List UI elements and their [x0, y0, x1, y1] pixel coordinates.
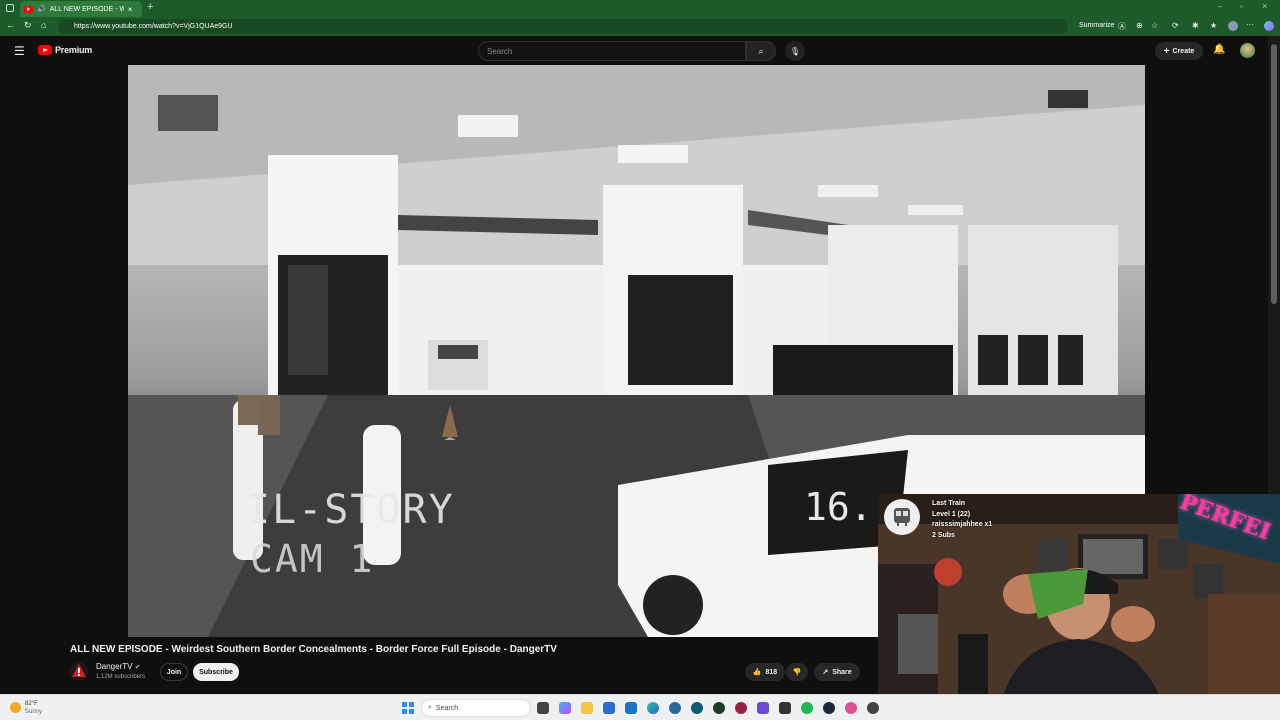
- favorite-star-icon[interactable]: ☆: [1151, 21, 1158, 30]
- weather-widget[interactable]: 82°F Sunny: [25, 700, 42, 716]
- scrollbar-thumb[interactable]: [1271, 44, 1277, 304]
- logo-label: Premium: [55, 45, 93, 55]
- youtube-play-icon: [38, 45, 52, 55]
- train-alert-icon: [884, 499, 920, 535]
- tab-title: ALL NEW EPISODE - Weirdest Southern Bord…: [49, 5, 124, 13]
- window-close-icon[interactable]: ×: [1262, 1, 1267, 11]
- search-input[interactable]: Search: [478, 41, 746, 61]
- share-label: Share: [832, 668, 852, 676]
- search-placeholder: Search: [487, 46, 513, 56]
- extension-puzzle-icon[interactable]: ✱: [1192, 21, 1199, 30]
- subscribe-label: Subscribe: [199, 668, 233, 676]
- youtube-logo[interactable]: Premium: [38, 45, 92, 55]
- app-icon-3[interactable]: [735, 702, 747, 714]
- taskbar-search-label: Search: [435, 704, 459, 712]
- channel-name[interactable]: DangerTV ✔: [96, 662, 141, 671]
- copilot-app-icon[interactable]: [559, 702, 571, 714]
- refresh-icon[interactable]: ↻: [24, 20, 32, 31]
- channel-name-text: DangerTV: [96, 662, 133, 671]
- cctv-timestamp: 16.: [804, 485, 873, 529]
- store-icon[interactable]: [603, 702, 615, 714]
- share-icon: ↗: [822, 669, 829, 676]
- profile-avatar[interactable]: [1228, 21, 1238, 31]
- channel-avatar[interactable]: [70, 662, 88, 680]
- verified-icon: ✔: [134, 664, 141, 671]
- alert-line-1: Last Train: [932, 500, 966, 507]
- read-aloud-icon[interactable]: Ⓐ: [1118, 21, 1126, 32]
- search-button[interactable]: ⌕: [746, 41, 776, 61]
- alert-line-3: raisssimjahhee x1: [932, 521, 993, 528]
- thumbs-down-icon: 👎: [792, 669, 802, 676]
- url-text: https://www.youtube.com/watch?v=VjG1QUAe…: [74, 23, 233, 30]
- browser-tab[interactable]: 🔊 ALL NEW EPISODE - Weirdest Southern Bo…: [20, 1, 142, 17]
- cctv-camera-label: CAM 1: [250, 537, 375, 581]
- thumbs-up-icon: 👍: [752, 669, 762, 676]
- join-button[interactable]: Join: [160, 663, 188, 681]
- subscriber-count: 1.12M subscribers: [96, 674, 146, 680]
- alert-line-4: 2 Subs: [932, 531, 955, 539]
- app-icon-5[interactable]: [779, 702, 791, 714]
- home-icon[interactable]: ⌂: [41, 20, 46, 30]
- zoom-icon[interactable]: ⊕: [1136, 21, 1143, 30]
- stream-alert-text: Last Train Level 1 (22) raisssimjahhee x…: [932, 499, 992, 541]
- favorites-icon[interactable]: ★: [1210, 21, 1217, 30]
- more-menu-icon[interactable]: ···: [1246, 20, 1254, 29]
- copilot-icon[interactable]: [1264, 21, 1274, 31]
- train-icon: [894, 508, 910, 526]
- like-button[interactable]: 👍 818: [745, 663, 785, 681]
- dislike-button[interactable]: 👎: [786, 663, 808, 681]
- search-icon: ⌕: [758, 45, 764, 56]
- outlook-icon[interactable]: [625, 702, 637, 714]
- tab-actions-icon[interactable]: [6, 4, 14, 12]
- account-avatar[interactable]: [1240, 43, 1255, 58]
- microphone-icon: 🎙: [789, 46, 801, 56]
- windows-taskbar: 82°F Sunny ⌕ Search: [0, 694, 1280, 720]
- tab-close-icon[interactable]: ×: [128, 5, 133, 14]
- youtube-header: ☰ Premium Search ⌕ 🎙 + Create 🔔: [0, 36, 1268, 65]
- app-icon-2[interactable]: [713, 702, 725, 714]
- notifications-bell-icon[interactable]: 🔔: [1213, 44, 1225, 55]
- extensions-icon[interactable]: ⟳: [1172, 21, 1179, 30]
- app-icon-4[interactable]: [757, 702, 769, 714]
- weather-temperature: 82°F: [25, 701, 38, 707]
- plus-icon: +: [1163, 45, 1170, 57]
- app-icon-1[interactable]: [691, 702, 703, 714]
- hamburger-menu-icon[interactable]: ☰: [14, 44, 25, 58]
- voice-search-button[interactable]: 🎙: [785, 41, 805, 61]
- edge-icon[interactable]: [647, 702, 659, 714]
- summarize-button[interactable]: Summarize: [1079, 22, 1114, 29]
- steam-icon[interactable]: [823, 702, 835, 714]
- app-icon-7[interactable]: [867, 702, 879, 714]
- taskbar-search-icon: ⌕: [428, 704, 432, 711]
- dangertv-logo-icon: [72, 664, 86, 677]
- file-explorer-icon[interactable]: [581, 702, 593, 714]
- create-button[interactable]: + Create: [1155, 42, 1203, 60]
- like-count: 818: [765, 668, 778, 676]
- subscribe-button[interactable]: Subscribe: [193, 663, 239, 681]
- maximize-icon[interactable]: ▫: [1240, 2, 1243, 11]
- browser-tab-strip: 🔊 ALL NEW EPISODE - Weirdest Southern Bo…: [0, 0, 1280, 17]
- alert-line-2: Level 1 (22): [932, 510, 971, 518]
- cctv-overlay-label: IL-STORY: [246, 487, 455, 533]
- minimize-icon[interactable]: –: [1218, 2, 1222, 11]
- weather-condition: Sunny: [25, 709, 43, 715]
- new-tab-icon[interactable]: +: [147, 1, 153, 13]
- url-field[interactable]: https://www.youtube.com/watch?v=VjG1QUAe…: [58, 19, 1068, 34]
- edge-dev-icon[interactable]: [669, 702, 681, 714]
- share-button[interactable]: ↗ Share: [814, 663, 860, 681]
- streamer-webcam: PERFEI Last Train Level 1 (22) raisssimj…: [878, 494, 1280, 720]
- join-label: Join: [166, 668, 182, 676]
- address-bar-row: ← ↻ ⌂ https://www.youtube.com/watch?v=Vj…: [0, 17, 1280, 36]
- back-icon[interactable]: ←: [6, 20, 15, 30]
- windows-start-icon[interactable]: [402, 702, 414, 714]
- taskbar-search[interactable]: ⌕ Search: [421, 699, 531, 717]
- weather-sun-icon[interactable]: [10, 702, 21, 713]
- spotify-icon[interactable]: [801, 702, 813, 714]
- app-icon-6[interactable]: [845, 702, 857, 714]
- task-view-icon[interactable]: [537, 702, 549, 714]
- video-title: ALL NEW EPISODE - Weirdest Southern Bord…: [70, 644, 557, 655]
- create-label: Create: [1172, 47, 1195, 55]
- youtube-favicon-icon: [24, 5, 33, 13]
- audio-icon[interactable]: 🔊: [37, 5, 46, 13]
